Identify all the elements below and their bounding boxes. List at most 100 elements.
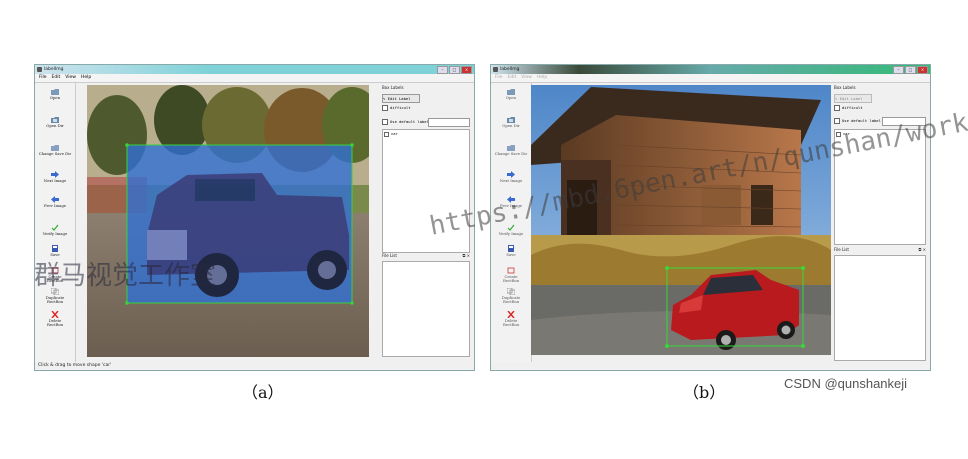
open-icon bbox=[507, 88, 515, 95]
tool-verify-image[interactable]: Verify Image bbox=[35, 224, 75, 236]
dock-buttons[interactable]: ⧉ × bbox=[919, 247, 926, 253]
tool-open-dir[interactable]: Open Dir bbox=[35, 116, 75, 128]
tool-label: Prev Image bbox=[43, 203, 66, 208]
menu-edit[interactable]: Edit bbox=[52, 74, 61, 82]
tool-create-rectbox[interactable]: Create RectBox bbox=[35, 267, 75, 284]
save-icon bbox=[507, 245, 515, 252]
file-list[interactable] bbox=[382, 261, 470, 357]
window-controls: – □ × bbox=[893, 66, 928, 74]
edit-label-text: Edit Label bbox=[839, 96, 863, 101]
side-dock: Box Labels ✎ Edit Label difficult Use de… bbox=[380, 85, 472, 361]
tool-delete-rectbox[interactable]: Delete RectBox bbox=[491, 311, 531, 328]
tool-label: Save bbox=[50, 252, 60, 257]
file-list-title: File List ⧉ × bbox=[380, 253, 472, 259]
tool-create-rectbox[interactable]: Create RectBox bbox=[491, 267, 531, 284]
tool-change-save-dir[interactable]: Change Save Dir bbox=[35, 144, 75, 156]
menu-file[interactable]: File bbox=[39, 74, 47, 82]
use-default-label-box[interactable] bbox=[834, 118, 840, 124]
tool-next-image[interactable]: Next Image bbox=[35, 171, 75, 183]
tool-label: Open bbox=[49, 95, 61, 100]
tool-change-save-dir[interactable]: Change Save Dir bbox=[491, 144, 531, 156]
tool-label: Open Dir bbox=[46, 123, 64, 128]
duplicate-rectbox-icon bbox=[507, 288, 515, 295]
open-dir-icon bbox=[51, 116, 59, 123]
difficult-label: difficult bbox=[842, 105, 863, 110]
file-list-title-text: File List bbox=[834, 247, 849, 252]
difficult-checkbox[interactable]: difficult bbox=[382, 105, 411, 111]
truck-photo bbox=[87, 85, 369, 357]
tool-prev-image[interactable]: Prev Image bbox=[35, 196, 75, 208]
label-list-item[interactable]: car bbox=[835, 130, 925, 138]
toolbar: Open Open Dir Change Save Dir Next Image Pre… bbox=[491, 83, 532, 362]
label-list[interactable]: car bbox=[834, 129, 926, 245]
side-dock: Box Labels ✎ Edit Label difficult Use de… bbox=[832, 85, 928, 361]
label-item-checkbox[interactable] bbox=[836, 131, 841, 137]
menu-file[interactable]: File bbox=[495, 74, 503, 82]
menu-view[interactable]: View bbox=[521, 74, 532, 82]
file-list[interactable] bbox=[834, 255, 926, 361]
create-rectbox-icon bbox=[51, 267, 59, 274]
maximize-button[interactable]: □ bbox=[905, 66, 916, 74]
prev-image-icon bbox=[507, 196, 515, 203]
label-item-text: car bbox=[843, 131, 850, 136]
difficult-label: difficult bbox=[390, 105, 411, 110]
menu-help[interactable]: Help bbox=[81, 74, 91, 82]
tool-duplicate-rectbox[interactable]: Duplicate RectBox bbox=[491, 288, 531, 305]
maximize-button[interactable]: □ bbox=[449, 66, 460, 74]
tool-prev-image[interactable]: Prev Image bbox=[491, 196, 531, 208]
tool-label: RectBox bbox=[47, 299, 63, 305]
difficult-checkbox-box[interactable] bbox=[382, 105, 388, 111]
tool-open-dir[interactable]: Open Dir bbox=[491, 116, 531, 128]
barn-car-photo bbox=[531, 85, 831, 355]
verify-image-icon bbox=[51, 224, 59, 231]
edit-label-text: Edit Label bbox=[387, 96, 411, 101]
close-button[interactable]: × bbox=[917, 66, 928, 74]
tool-next-image[interactable]: Next Image bbox=[491, 171, 531, 183]
tool-save[interactable]: Save bbox=[491, 245, 531, 257]
image-canvas[interactable] bbox=[87, 85, 369, 357]
file-list-title-text: File List bbox=[382, 253, 397, 258]
use-default-label-checkbox[interactable]: Use default label bbox=[834, 118, 881, 124]
menu-edit[interactable]: Edit bbox=[508, 74, 517, 82]
tool-delete-rectbox[interactable]: Delete RectBox bbox=[35, 311, 75, 328]
edit-label-button[interactable]: ✎ Edit Label bbox=[834, 94, 872, 103]
open-icon bbox=[51, 88, 59, 95]
tool-duplicate-rectbox[interactable]: Duplicate RectBox bbox=[35, 288, 75, 305]
change-save-dir-icon bbox=[507, 144, 515, 151]
caption-a: （a） bbox=[242, 383, 284, 402]
label-list-item[interactable]: car bbox=[383, 130, 469, 138]
tool-label: RectBox bbox=[47, 322, 63, 328]
tool-label: Change Save Dir bbox=[38, 151, 72, 156]
tool-open[interactable]: Open bbox=[491, 88, 531, 100]
image-canvas[interactable] bbox=[531, 85, 831, 355]
label-item-checkbox[interactable] bbox=[384, 131, 389, 137]
difficult-checkbox-box[interactable] bbox=[834, 105, 840, 111]
window-title: labelImg bbox=[44, 67, 64, 72]
edit-label-button[interactable]: ✎ Edit Label bbox=[382, 94, 420, 103]
dock-buttons[interactable]: ⧉ × bbox=[463, 253, 470, 259]
status-bar: Click & drag to move shape 'car' bbox=[35, 362, 474, 370]
labelimg-window-b: labelImg – □ × File Edit View Help Open O… bbox=[490, 64, 931, 371]
use-default-label-checkbox[interactable]: Use default label bbox=[382, 119, 429, 125]
menu-help[interactable]: Help bbox=[537, 74, 547, 82]
minimize-button[interactable]: – bbox=[893, 66, 904, 74]
menu-view[interactable]: View bbox=[65, 74, 76, 82]
default-label-input[interactable] bbox=[428, 118, 470, 127]
tool-open[interactable]: Open bbox=[35, 88, 75, 100]
tool-save[interactable]: Save bbox=[35, 245, 75, 257]
delete-rectbox-icon bbox=[51, 311, 59, 318]
tool-label: Verify Image bbox=[498, 231, 524, 236]
duplicate-rectbox-icon bbox=[51, 288, 59, 295]
use-default-label-box[interactable] bbox=[382, 119, 388, 125]
caption-b: （b） bbox=[683, 383, 726, 402]
prev-image-icon bbox=[51, 196, 59, 203]
minimize-button[interactable]: – bbox=[437, 66, 448, 74]
tool-verify-image[interactable]: Verify Image bbox=[491, 224, 531, 236]
credit-text: CSDN @qunshankeji bbox=[784, 376, 908, 391]
label-list[interactable]: car bbox=[382, 129, 470, 253]
default-label-input[interactable] bbox=[882, 117, 926, 126]
tool-label: Verify Image bbox=[42, 231, 68, 236]
close-button[interactable]: × bbox=[461, 66, 472, 74]
tool-label: Open Dir bbox=[502, 123, 520, 128]
difficult-checkbox[interactable]: difficult bbox=[834, 105, 863, 111]
